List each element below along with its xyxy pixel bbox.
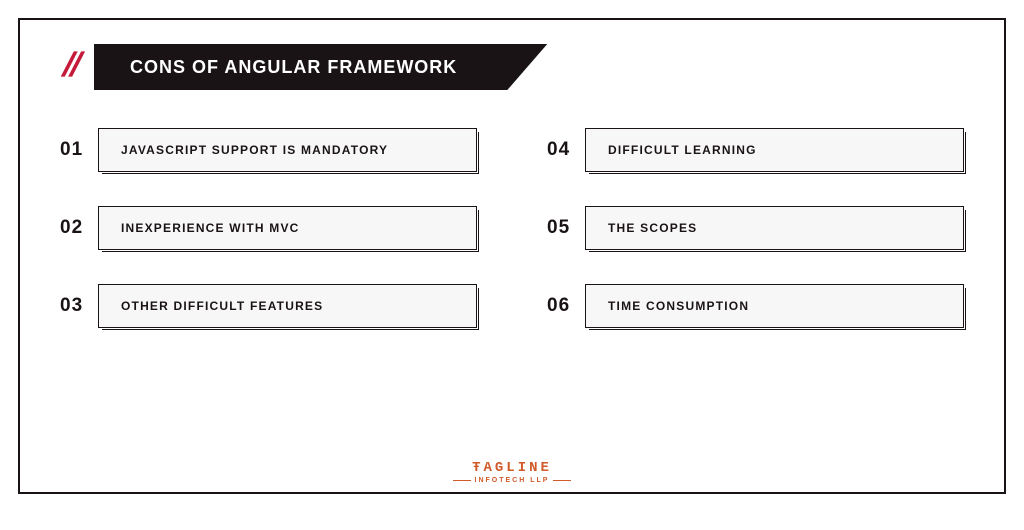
content-frame: // CONS OF ANGULAR FRAMEWORK 01 JAVASCRI… — [18, 18, 1006, 494]
item-number: 01 — [60, 139, 98, 161]
item-box: OTHER DIFFICULT FEATURES — [98, 284, 477, 328]
list-item: 03 OTHER DIFFICULT FEATURES — [60, 284, 477, 328]
list-item: 02 INEXPERIENCE WITH MVC — [60, 206, 477, 250]
title-header: // CONS OF ANGULAR FRAMEWORK — [52, 44, 972, 90]
item-number: 02 — [60, 217, 98, 239]
list-item: 05 THE SCOPES — [547, 206, 964, 250]
list-item: 01 JAVASCRIPT SUPPORT IS MANDATORY — [60, 128, 477, 172]
item-number: 04 — [547, 139, 585, 161]
brand-name: ŦAGLINE — [20, 460, 1004, 476]
cons-grid: 01 JAVASCRIPT SUPPORT IS MANDATORY 04 DI… — [52, 128, 972, 328]
brand-subtitle: INFOTECH LLP — [20, 477, 1004, 484]
item-number: 05 — [547, 217, 585, 239]
item-box: DIFFICULT LEARNING — [585, 128, 964, 172]
slash-accent-icon: // — [58, 46, 86, 85]
list-item: 04 DIFFICULT LEARNING — [547, 128, 964, 172]
item-box: INEXPERIENCE WITH MVC — [98, 206, 477, 250]
item-box: THE SCOPES — [585, 206, 964, 250]
item-box: JAVASCRIPT SUPPORT IS MANDATORY — [98, 128, 477, 172]
page-title: CONS OF ANGULAR FRAMEWORK — [94, 44, 547, 90]
item-number: 06 — [547, 295, 585, 317]
brand-logo: ŦAGLINE INFOTECH LLP — [20, 460, 1004, 484]
list-item: 06 TIME CONSUMPTION — [547, 284, 964, 328]
item-box: TIME CONSUMPTION — [585, 284, 964, 328]
item-number: 03 — [60, 295, 98, 317]
